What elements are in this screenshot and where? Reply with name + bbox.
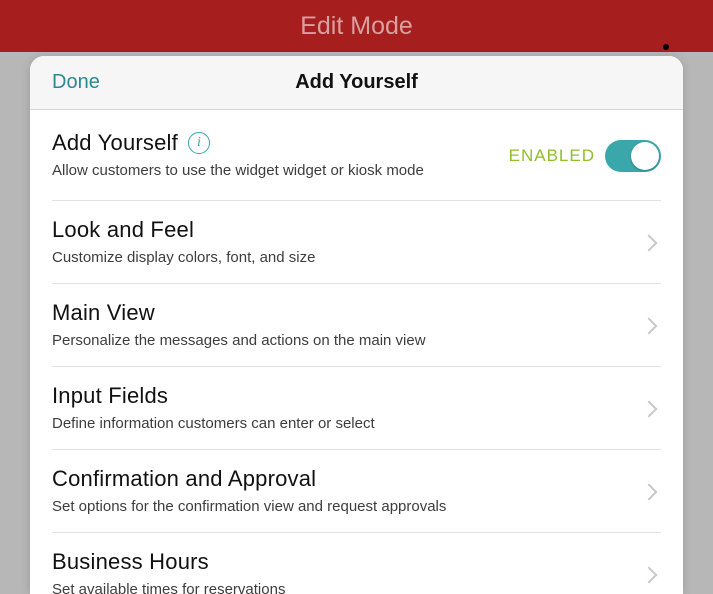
done-label: Done (52, 71, 100, 94)
toggle-switch[interactable] (605, 140, 661, 172)
chevron-right-icon (643, 569, 655, 581)
row-sub-look: Customize display colors, font, and size (52, 249, 623, 266)
row-title-look: Look and Feel (52, 217, 623, 243)
sheet-header: Done Add Yourself (30, 56, 683, 110)
row-confirmation[interactable]: Confirmation and Approval Set options fo… (30, 450, 683, 533)
row-look-and-feel[interactable]: Look and Feel Customize display colors, … (30, 201, 683, 284)
row-title-add-yourself: Add Yourself (52, 130, 178, 156)
row-title-main: Main View (52, 300, 623, 326)
chevron-right-icon (643, 486, 655, 498)
row-add-yourself: Add Yourself i Allow customers to use th… (30, 110, 683, 201)
enabled-label: ENABLED (509, 146, 595, 166)
row-title-input: Input Fields (52, 383, 623, 409)
settings-list: Add Yourself i Allow customers to use th… (30, 110, 683, 594)
dot-indicator (663, 44, 669, 50)
row-sub-input: Define information customers can enter o… (52, 415, 623, 432)
row-business-hours[interactable]: Business Hours Set available times for r… (30, 533, 683, 594)
row-input-fields[interactable]: Input Fields Define information customer… (30, 367, 683, 450)
info-icon[interactable]: i (188, 132, 210, 154)
row-sub-confirm: Set options for the confirmation view an… (52, 498, 623, 515)
edit-mode-title: Edit Mode (300, 12, 413, 41)
row-main-view[interactable]: Main View Personalize the messages and a… (30, 284, 683, 367)
done-button[interactable]: Done (52, 56, 100, 109)
toggle-knob (631, 142, 659, 170)
row-title-confirm: Confirmation and Approval (52, 466, 623, 492)
row-right-add-yourself: ENABLED (509, 140, 661, 172)
sheet-title: Add Yourself (295, 71, 418, 94)
chevron-right-icon (643, 403, 655, 415)
row-title-hours: Business Hours (52, 549, 623, 575)
row-sub-hours: Set available times for reservations (52, 581, 623, 594)
row-sub-main: Personalize the messages and actions on … (52, 332, 623, 349)
edit-mode-banner: Edit Mode (0, 0, 713, 52)
chevron-right-icon (643, 320, 655, 332)
settings-sheet: Done Add Yourself Add Yourself i Allow c… (30, 56, 683, 594)
chevron-right-icon (643, 237, 655, 249)
